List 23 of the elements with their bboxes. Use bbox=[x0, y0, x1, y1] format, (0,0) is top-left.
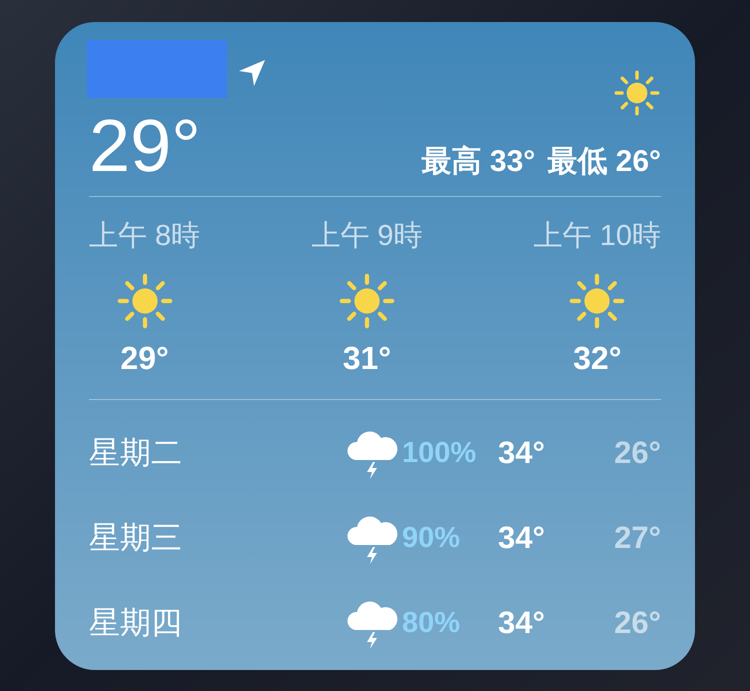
low-temperature: 26° bbox=[613, 604, 661, 640]
hour-temperature: 32° bbox=[573, 339, 622, 377]
location-arrow-icon bbox=[237, 58, 267, 88]
hour-label: 上午 10時 bbox=[534, 219, 661, 253]
day-label: 星期三 bbox=[89, 518, 183, 556]
hour-label: 上午 9時 bbox=[311, 219, 423, 253]
sun-icon bbox=[116, 273, 173, 329]
sun-icon bbox=[338, 273, 395, 329]
hour-temperature: 31° bbox=[342, 339, 392, 377]
day-label: 星期二 bbox=[89, 434, 183, 472]
current-temperature: 29° bbox=[89, 106, 201, 186]
high-temperature: 34° bbox=[498, 434, 546, 470]
hour-label: 上午 8時 bbox=[89, 219, 200, 253]
high-temperature: 最高 33° bbox=[422, 144, 536, 180]
sun-icon bbox=[614, 70, 660, 116]
low-temperature: 26° bbox=[613, 434, 661, 470]
hour-temperature: 29° bbox=[120, 339, 169, 377]
low-temperature: 最低 26° bbox=[547, 144, 661, 180]
low-temperature: 27° bbox=[613, 520, 661, 556]
high-temperature: 34° bbox=[498, 520, 546, 556]
day-label: 星期四 bbox=[89, 604, 183, 642]
high-temperature: 34° bbox=[498, 604, 546, 640]
sun-icon bbox=[569, 273, 626, 329]
